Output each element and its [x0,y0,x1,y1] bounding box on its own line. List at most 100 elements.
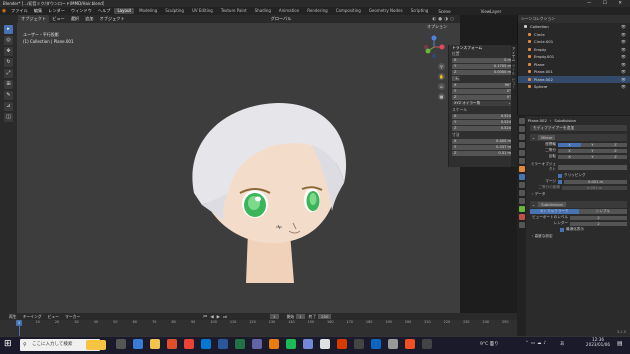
advanced-subpanel[interactable]: › 高度な設定 [532,234,627,239]
subdivision-modifier-header[interactable]: ⌄ Subdivision [530,201,627,208]
flip-y-toggle[interactable]: Y [581,154,604,159]
eye-icon[interactable]: 👁 [621,77,626,82]
word-icon[interactable] [218,339,228,349]
excel-icon[interactable] [235,339,245,349]
rotation-y-field[interactable]: Y 0° [452,89,513,94]
end-frame-field[interactable]: 250 [318,314,332,319]
flip-z-toggle[interactable]: Z [604,154,627,159]
dimension-y-field[interactable]: Y 0.337 m [452,145,513,150]
blender-taskbar-icon[interactable] [269,339,279,349]
teams-icon[interactable] [252,339,262,349]
window-controls[interactable]: — ☐ ✕ [587,0,627,7]
tray-icons[interactable]: ⌃▭☁♪ [525,341,548,346]
windows-start-icon[interactable]: ⊞ [4,339,14,349]
playback-controls[interactable]: ⏮◀▶⏭ [203,314,230,320]
scale-y-field[interactable]: Y 0.524 [452,120,513,125]
weather-widget[interactable]: 9°C 曇り [480,341,499,347]
tab-sculpting[interactable]: Sculpting [162,8,187,14]
object-properties-icon[interactable] [518,166,525,172]
tab-scripting[interactable]: Scripting [408,8,432,14]
shading-buttons[interactable]: ◐●◑○ [432,17,456,22]
office-icon[interactable] [167,339,177,349]
rotation-mode-select[interactable]: XYZ オイラー角 ⌄ [452,101,513,106]
mirror-modifier-header[interactable]: ⌄ Mirror [530,134,627,141]
timeline[interactable]: 0102030405060708090100110120130140150160… [0,320,517,336]
add-cube-tool-icon[interactable]: ◫ [4,113,13,122]
app-icon[interactable] [422,339,432,349]
bisect-x-toggle[interactable]: X [558,148,581,153]
blender-logo-icon[interactable]: ◉ [0,8,8,14]
start-frame-field[interactable]: 1 [296,314,305,319]
transform-orientation[interactable]: グローバル [268,15,295,23]
world-properties-icon[interactable] [518,158,525,164]
annotate-tool-icon[interactable]: ✎ [4,91,13,100]
catmull-clark-button[interactable]: カトマルクラーク [530,209,579,214]
tab-rendering[interactable]: Rendering [304,8,330,14]
outliner-item[interactable]: Plane.001 👁 [518,68,630,76]
eye-icon[interactable]: 👁 [621,24,626,29]
constraints-icon[interactable] [518,198,525,204]
edge-browser-icon[interactable] [133,339,143,349]
scene-selector[interactable]: Scene [438,9,450,14]
app-icon[interactable] [337,339,347,349]
rotate-tool-icon[interactable]: ↻ [4,58,13,67]
location-y-field[interactable]: Y 0.1705 m [452,64,513,69]
mirror-axis-x-toggle[interactable]: X [558,142,581,147]
clipping-checkbox[interactable] [558,173,562,178]
tab-compositing[interactable]: Compositing [333,8,364,14]
particles-icon[interactable] [518,182,525,188]
texture-icon[interactable] [518,222,525,228]
chevron-down-icon[interactable]: ⌄ [532,135,535,140]
measure-tool-icon[interactable]: ⊿ [4,102,13,111]
location-x-field[interactable]: X 0 m [452,58,513,63]
eye-icon[interactable]: 👁 [621,32,626,37]
app-icon[interactable] [320,339,330,349]
discord-icon[interactable] [303,339,313,349]
select-box-tool-icon[interactable]: ▸ [4,25,13,34]
dimension-z-field[interactable]: Z 0.31 m [452,151,513,156]
pan-hand-icon[interactable]: ✋ [438,73,445,80]
viewport-menu-view[interactable]: ビュー [49,15,68,23]
outliner-item[interactable]: Circle 👁 [518,31,630,39]
rotation-x-field[interactable]: X 90° [452,83,513,88]
app-icon[interactable] [371,339,381,349]
cursor-tool-icon[interactable]: ◎ [4,36,13,45]
eye-icon[interactable]: 👁 [621,54,626,59]
outliner-item[interactable]: Empty.001 👁 [518,53,630,61]
mirror-object-field[interactable] [558,164,627,170]
move-tool-icon[interactable]: ✥ [4,47,13,56]
location-z-field[interactable]: Z 0.0000 m [452,70,513,75]
flip-x-toggle[interactable]: X [558,154,581,159]
viewport-levels-field[interactable]: 2 [570,215,627,220]
outliner-item[interactable]: Sphere 👁 [518,83,630,91]
scale-z-field[interactable]: Z 0.524 [452,126,513,131]
tool-properties-icon[interactable] [518,118,525,124]
eye-icon[interactable]: 👁 [621,69,626,74]
optimal-display-checkbox[interactable] [560,227,564,232]
app-icon[interactable] [354,339,364,349]
app-icon[interactable] [388,339,398,349]
3d-viewport[interactable]: ユーザー・平行投影 (1) Collection | Plane.001 オプシ… [17,23,460,313]
eye-icon[interactable]: 👁 [621,84,626,89]
tab-layout[interactable]: Layout [114,8,135,14]
menu-help[interactable]: ヘルプ [95,7,114,15]
notification-icon[interactable]: ▤ [617,340,626,350]
perspective-grid-icon[interactable]: ▦ [438,93,445,100]
subdivision-modifier-name[interactable]: Subdivision [538,202,566,207]
outliner-item-collection[interactable]: Collection 👁 [518,23,630,31]
bisect-y-toggle[interactable]: Y [581,148,604,153]
clipping-row[interactable]: クリッピング [558,173,627,178]
tab-texture-paint[interactable]: Texture Paint [218,8,250,14]
chevron-down-icon[interactable]: ⌄ [532,202,535,207]
modifier-properties-icon[interactable] [518,174,525,180]
view-layer-icon[interactable] [518,142,525,148]
scale-x-field[interactable]: X 0.524 [452,114,513,119]
merge-distance-field[interactable]: 0.001 m [564,179,627,184]
tab-shading[interactable]: Shading [252,8,274,14]
merge-checkbox[interactable] [558,179,562,184]
app-icon[interactable] [286,339,296,349]
mirror-modifier-name[interactable]: Mirror [538,135,556,140]
physics-icon[interactable] [518,190,525,196]
dimension-x-field[interactable]: X 0.400 m [452,139,513,144]
mode-selector[interactable]: オブジェクト [18,15,50,23]
